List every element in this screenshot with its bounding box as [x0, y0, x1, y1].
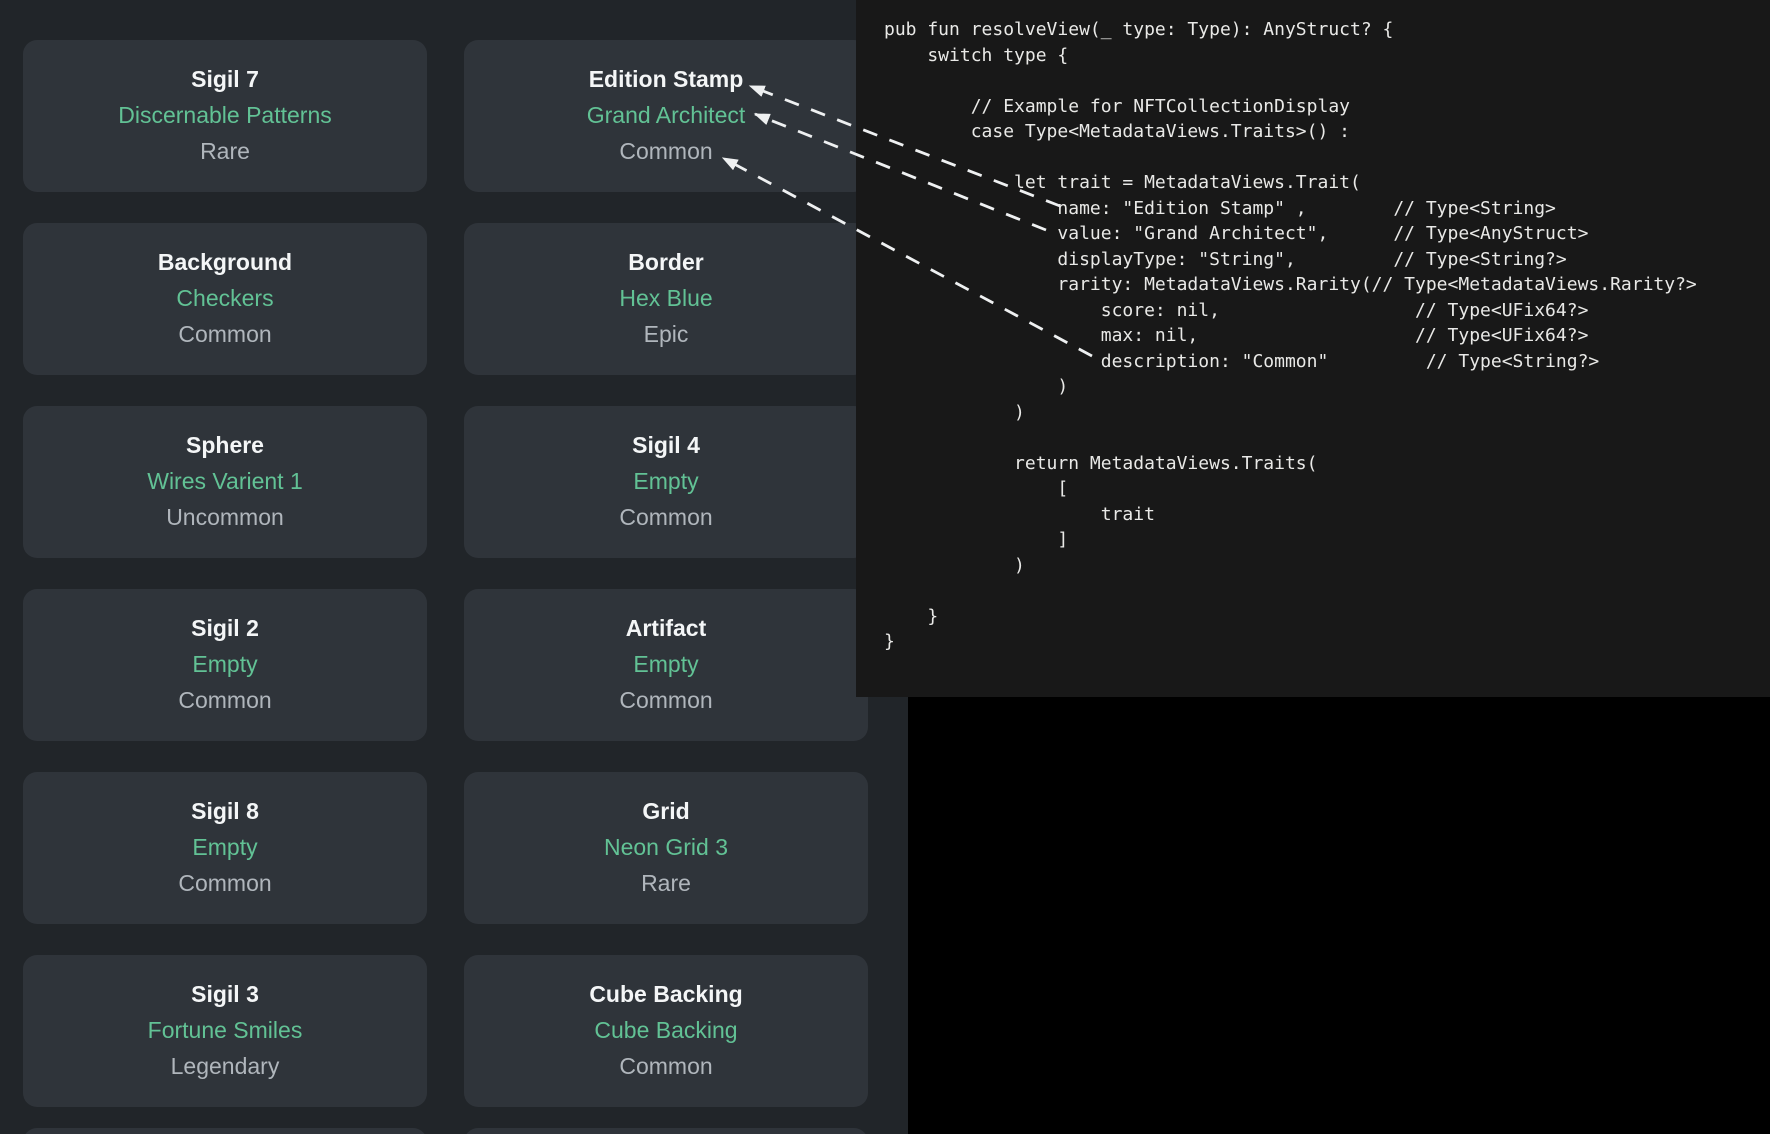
trait-rarity: Common — [464, 685, 868, 715]
trait-card-sigil-8[interactable]: Sigil 8 Empty Common — [23, 772, 427, 924]
trait-rarity: Rare — [23, 136, 427, 166]
trait-rarity: Epic — [464, 319, 868, 349]
trait-card-edition-stamp[interactable]: Edition Stamp Grand Architect Common — [464, 40, 868, 192]
trait-card-sigil-7[interactable]: Sigil 7 Discernable Patterns Rare — [23, 40, 427, 192]
trait-rarity: Rare — [464, 868, 868, 898]
trait-card-artifact[interactable]: Artifact Empty Common — [464, 589, 868, 741]
trait-card-partial[interactable] — [23, 1128, 427, 1134]
code-panel: pub fun resolveView(_ type: Type): AnySt… — [856, 0, 1770, 697]
trait-rarity: Common — [23, 868, 427, 898]
trait-value: Fortune Smiles — [23, 1015, 427, 1045]
trait-rarity: Common — [464, 136, 868, 166]
trait-rarity: Common — [464, 502, 868, 532]
trait-card-partial[interactable] — [464, 1128, 868, 1134]
trait-rarity: Common — [464, 1051, 868, 1081]
trait-name: Sigil 3 — [23, 979, 427, 1009]
trait-name: Grid — [464, 796, 868, 826]
trait-card-sphere[interactable]: Sphere Wires Varient 1 Uncommon — [23, 406, 427, 558]
trait-value: Cube Backing — [464, 1015, 868, 1045]
trait-card-sigil-4[interactable]: Sigil 4 Empty Common — [464, 406, 868, 558]
trait-card-sigil-3[interactable]: Sigil 3 Fortune Smiles Legendary — [23, 955, 427, 1107]
trait-rarity: Common — [23, 685, 427, 715]
trait-card-sigil-2[interactable]: Sigil 2 Empty Common — [23, 589, 427, 741]
trait-value: Hex Blue — [464, 283, 868, 313]
trait-card-border[interactable]: Border Hex Blue Epic — [464, 223, 868, 375]
trait-name: Sphere — [23, 430, 427, 460]
traits-page: Sigil 7 Discernable Patterns Rare Edition S… — [0, 0, 908, 1134]
trait-value: Grand Architect — [464, 100, 868, 130]
trait-value: Empty — [23, 832, 427, 862]
trait-name: Sigil 2 — [23, 613, 427, 643]
trait-name: Edition Stamp — [464, 64, 868, 94]
trait-name: Artifact — [464, 613, 868, 643]
trait-value: Neon Grid 3 — [464, 832, 868, 862]
trait-value: Discernable Patterns — [23, 100, 427, 130]
trait-name: Cube Backing — [464, 979, 868, 1009]
trait-value: Empty — [464, 649, 868, 679]
trait-rarity: Legendary — [23, 1051, 427, 1081]
trait-value: Empty — [464, 466, 868, 496]
trait-rarity: Common — [23, 319, 427, 349]
trait-value: Wires Varient 1 — [23, 466, 427, 496]
code-listing: pub fun resolveView(_ type: Type): AnySt… — [856, 0, 1770, 655]
screen: Sigil 7 Discernable Patterns Rare Edition S… — [0, 0, 1770, 1134]
trait-value: Checkers — [23, 283, 427, 313]
trait-name: Sigil 8 — [23, 796, 427, 826]
trait-name: Border — [464, 247, 868, 277]
trait-card-cube-backing[interactable]: Cube Backing Cube Backing Common — [464, 955, 868, 1107]
trait-rarity: Uncommon — [23, 502, 427, 532]
trait-name: Sigil 4 — [464, 430, 868, 460]
trait-card-grid[interactable]: Grid Neon Grid 3 Rare — [464, 772, 868, 924]
trait-name: Background — [23, 247, 427, 277]
trait-value: Empty — [23, 649, 427, 679]
trait-name: Sigil 7 — [23, 64, 427, 94]
trait-card-background[interactable]: Background Checkers Common — [23, 223, 427, 375]
